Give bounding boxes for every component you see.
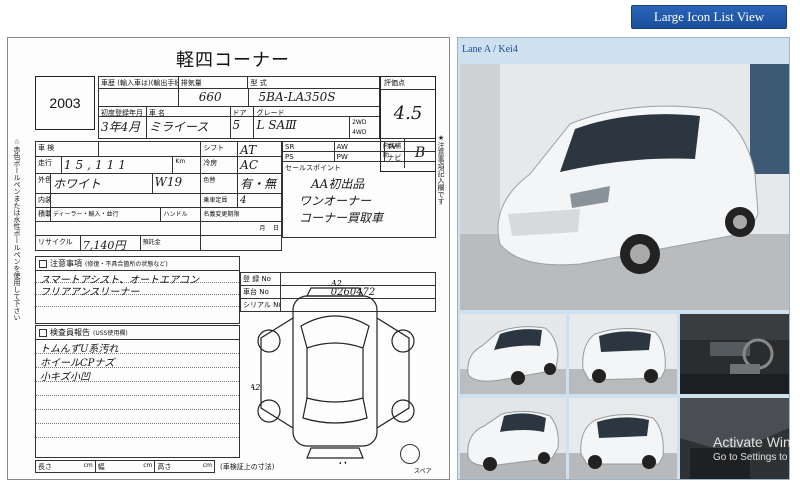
color-no-value: W19 xyxy=(152,174,202,194)
inspector-line-3: 小キズ小凹 xyxy=(36,368,239,383)
options-grid: SR AW TV PS PW ナビ セールスポイント AA初出品 ワンオーナー … xyxy=(282,141,436,238)
aircon-value: AC xyxy=(238,157,282,174)
thumbnail-front-left[interactable] xyxy=(460,314,566,394)
car-diagram: A2 UA2 A1 xyxy=(251,279,415,464)
inspector-line-2: ホイールCPナズ xyxy=(36,354,239,369)
lane-label: Lane A / Kei4 xyxy=(462,44,518,55)
grade-value: L SAⅢ xyxy=(254,117,351,139)
car-name-value: ミライース xyxy=(146,117,231,139)
photos-panel: Lane A / Kei4 xyxy=(457,37,790,480)
notes-line-2: フリアアンスリーナー xyxy=(36,283,239,298)
thumbnail-rear-left[interactable] xyxy=(569,398,677,479)
sales-point-3: コーナー買取車 xyxy=(299,211,384,225)
notes-box: 注意事項 (修復・不具合箇所の状態など) スマートアシスト、オートエアコン フリア… xyxy=(35,256,240,324)
inspector-report-box: 検査員報告 (USS使用欄) トムんずU系汚れ ホイールCPナズ 小キズ小凹 xyxy=(35,325,240,458)
header-grid: 車歴 (輸入車は)(輸出手続) 排気量 型 式 660 5BA-LA350S 初… xyxy=(98,76,380,139)
dimensions-grid: 長さ cm 幅 cm 高さ cm xyxy=(35,460,216,473)
side-note-right: ★注意事項記入欄です xyxy=(437,134,445,205)
score-value: 4.5 xyxy=(393,103,423,124)
shift-value: AT xyxy=(238,142,282,157)
year-box: 2003 xyxy=(35,76,95,130)
spare-icon xyxy=(400,444,420,464)
large-icon-list-view-button[interactable]: Large Icon List View xyxy=(631,5,787,29)
displacement-value: 660 xyxy=(178,89,249,107)
sales-point-1: AA初出品 xyxy=(311,177,365,191)
side-note-left: ☆赤色ボールペンまたは水性ボールペンを使用して下さい xyxy=(13,138,21,321)
recycle-value: 7,140円 xyxy=(80,236,141,251)
color-change-value: 有・無 xyxy=(238,174,282,194)
model-value: 5BA-LA350S xyxy=(248,89,380,107)
notes-line-1: スマートアシスト、オートエアコン xyxy=(36,271,239,286)
mark-ua2: UA2 xyxy=(251,383,260,392)
spare-label: スペア xyxy=(414,468,432,475)
sales-point-2: ワンオーナー xyxy=(299,194,372,208)
color-value: ホワイト xyxy=(50,174,153,194)
thumbnail-interior-seat[interactable] xyxy=(680,398,789,479)
doors-value: 5 xyxy=(230,117,255,139)
mark-a1: A1 xyxy=(336,461,348,464)
thumbnail-front-right[interactable] xyxy=(460,398,566,479)
mark-a2: A2 xyxy=(330,279,342,288)
thumbnail-rear-right[interactable] xyxy=(569,314,677,394)
main-car-photo[interactable] xyxy=(460,64,789,310)
sheet-title: 軽四コーナー xyxy=(176,50,290,71)
inspector-line-1: トムんずU系汚れ xyxy=(36,340,239,355)
middle-grid: 車 検 シフト AT 走行 15,111 Km 冷房 AC 外色 ホワイト W1… xyxy=(35,141,282,251)
mileage-value: 15,111 xyxy=(61,157,174,174)
loading-note: (車検証上の寸法) xyxy=(220,463,275,471)
auction-sheet: 軽四コーナー ☆赤色ボールペンまたは水性ボールペンを使用して下さい ★注意事項記… xyxy=(7,37,450,480)
seating-value: 4 xyxy=(238,194,282,208)
thumbnail-interior-dashboard[interactable] xyxy=(680,314,789,394)
first-reg-value: 3年4月 xyxy=(99,117,147,139)
